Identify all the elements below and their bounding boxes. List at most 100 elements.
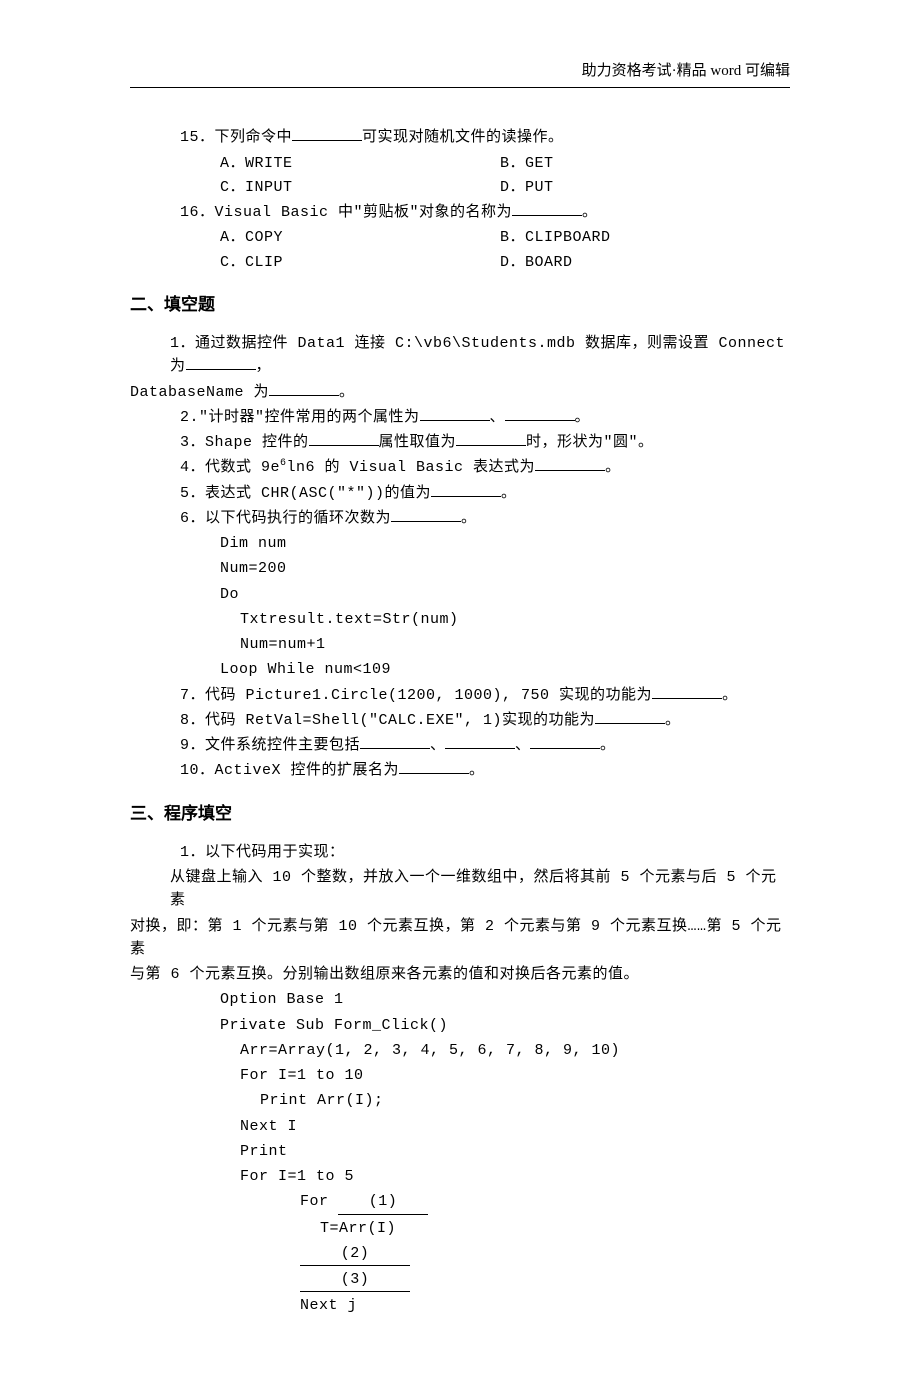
- sec3-intro: 1．以下代码用于实现：: [130, 841, 790, 864]
- q15-option-a: A．WRITE: [220, 152, 500, 175]
- code-line-for-blank: For (1): [130, 1190, 790, 1214]
- end: 。: [461, 510, 476, 526]
- q15-stem-a: 15．下列命令中: [180, 129, 292, 146]
- fill-q1b: ，: [256, 358, 271, 374]
- code-blank-row: (3): [130, 1268, 790, 1292]
- sec3-desc-3: 与第 6 个元素互换。分别输出数组原来各元素的值和对换后各元素的值。: [130, 963, 790, 986]
- mc-question-16: 16．Visual Basic 中"剪贴板"对象的名称为 。: [130, 201, 790, 224]
- fill-q7a: 7．代码 Picture1.Circle(1200, 1000), 750 实现…: [180, 687, 652, 704]
- blank: [292, 127, 362, 142]
- blank: [530, 735, 600, 750]
- code-line: Num=200: [130, 557, 790, 580]
- fill-q1-line2: DatabaseName 为 。: [130, 381, 790, 404]
- sep: 、: [430, 737, 445, 753]
- fill-q3c: 时，形状为"圆"。: [526, 434, 654, 451]
- code-line: Print: [130, 1140, 790, 1163]
- code-blank-3: (3): [300, 1268, 410, 1292]
- blank: [512, 202, 582, 217]
- q15-options-row1: A．WRITE B．GET: [130, 152, 790, 175]
- fill-q1-line1: 1．通过数据控件 Data1 连接 C:\vb6\Students.mdb 数据…: [130, 332, 790, 379]
- header-text: 助力资格考试·精品 word 可编辑: [582, 63, 790, 79]
- q16-options-row1: A．COPY B．CLIPBOARD: [130, 226, 790, 249]
- end: 。: [469, 762, 484, 778]
- code-blank-1: (1): [338, 1190, 428, 1214]
- code-line: For I=1 to 5: [130, 1165, 790, 1188]
- code-line: Dim num: [130, 532, 790, 555]
- fill-q1c: DatabaseName 为: [130, 384, 269, 401]
- q15-option-c: C．INPUT: [220, 176, 500, 199]
- end: 。: [722, 687, 737, 703]
- fill-q10a: 10．ActiveX 控件的扩展名为: [180, 762, 399, 779]
- code-blank-row: (2): [130, 1242, 790, 1266]
- end: 。: [600, 737, 615, 753]
- code-line: Loop While num<109: [130, 658, 790, 681]
- fill-q8: 8．代码 RetVal=Shell("CALC.EXE", 1)实现的功能为 。: [130, 709, 790, 732]
- q16-option-d: D．BOARD: [500, 251, 790, 274]
- code-line: Private Sub Form_Click(): [130, 1014, 790, 1037]
- blank: [652, 684, 722, 699]
- blank: [505, 406, 575, 421]
- q16-stem-a: 16．Visual Basic 中"剪贴板"对象的名称为: [180, 204, 512, 221]
- blank: [186, 356, 256, 371]
- blank: [456, 432, 526, 447]
- q16-option-b: B．CLIPBOARD: [500, 226, 790, 249]
- fill-q8a: 8．代码 RetVal=Shell("CALC.EXE", 1)实现的功能为: [180, 712, 595, 729]
- code-line: T=Arr(I): [130, 1217, 790, 1240]
- blank: [360, 735, 430, 750]
- fill-q1d: 。: [339, 384, 354, 400]
- fill-q3: 3．Shape 控件的 属性取值为 时，形状为"圆"。: [130, 431, 790, 454]
- mc-question-15: 15．下列命令中 可实现对随机文件的读操作。: [130, 126, 790, 149]
- blank: [595, 709, 665, 724]
- q15-option-d: D．PUT: [500, 176, 790, 199]
- q15-option-b: B．GET: [500, 152, 790, 175]
- blank: [399, 760, 469, 775]
- fill-q9a: 9．文件系统控件主要包括: [180, 737, 360, 754]
- q16-option-a: A．COPY: [220, 226, 500, 249]
- q15-options-row2: C．INPUT D．PUT: [130, 176, 790, 199]
- code-line: For I=1 to 10: [130, 1064, 790, 1087]
- fill-q5a: 5．表达式 CHR(ASC("*"))的值为: [180, 485, 431, 502]
- fill-q2a: 2."计时器"控件常用的两个属性为: [180, 409, 420, 426]
- code-blank-2: (2): [300, 1242, 410, 1266]
- sep: 、: [490, 409, 505, 425]
- blank: [309, 432, 379, 447]
- q16-stem-b: 。: [582, 204, 598, 221]
- sep: 、: [515, 737, 530, 753]
- end: 。: [665, 712, 680, 728]
- sec3-desc-1: 从键盘上输入 10 个整数，并放入一个一维数组中，然后将其前 5 个元素与后 5…: [130, 866, 790, 913]
- q15-stem-b: 可实现对随机文件的读操作。: [362, 129, 564, 146]
- fill-q7: 7．代码 Picture1.Circle(1200, 1000), 750 实现…: [130, 684, 790, 707]
- code-line: Next j: [130, 1294, 790, 1317]
- blank: [391, 507, 461, 522]
- q16-option-c: C．CLIP: [220, 251, 500, 274]
- fill-q3a: 3．Shape 控件的: [180, 434, 309, 451]
- code-line: Txtresult.text=Str(num): [130, 608, 790, 631]
- code-line: Do: [130, 583, 790, 606]
- end: 。: [575, 409, 590, 425]
- fill-q3b: 属性取值为: [379, 434, 457, 451]
- blank: [445, 735, 515, 750]
- fill-q6: 6．以下代码执行的循环次数为。: [130, 507, 790, 530]
- fill-q2: 2."计时器"控件常用的两个属性为 、 。: [130, 406, 790, 429]
- code-line: Print Arr(I);: [130, 1089, 790, 1112]
- section-2-title: 二、填空题: [130, 292, 790, 318]
- page-header: 助力资格考试·精品 word 可编辑: [130, 60, 790, 88]
- fill-q10: 10．ActiveX 控件的扩展名为 。: [130, 759, 790, 782]
- code-line: Option Base 1: [130, 988, 790, 1011]
- blank: [420, 406, 490, 421]
- code-line: Next I: [130, 1115, 790, 1138]
- blank: [269, 381, 339, 396]
- code-line: Arr=Array(1, 2, 3, 4, 5, 6, 7, 8, 9, 10): [130, 1039, 790, 1062]
- section-3-title: 三、程序填空: [130, 801, 790, 827]
- end: 。: [605, 459, 620, 475]
- fill-q5: 5．表达式 CHR(ASC("*"))的值为 。: [130, 482, 790, 505]
- end: 。: [501, 485, 516, 501]
- code-line: Num=num+1: [130, 633, 790, 656]
- blank: [431, 482, 501, 497]
- fill-q9: 9．文件系统控件主要包括 、 、 。: [130, 734, 790, 757]
- for-text: For: [300, 1193, 338, 1210]
- sec3-desc-2: 对换，即：第 1 个元素与第 10 个元素互换，第 2 个元素与第 9 个元素互…: [130, 915, 790, 962]
- fill-q4: 4．代数式 9e6ln6 的 Visual Basic 表达式为。: [130, 456, 790, 479]
- fill-q4b: ln6 的 Visual Basic 表达式为: [287, 459, 536, 476]
- blank: [535, 457, 605, 472]
